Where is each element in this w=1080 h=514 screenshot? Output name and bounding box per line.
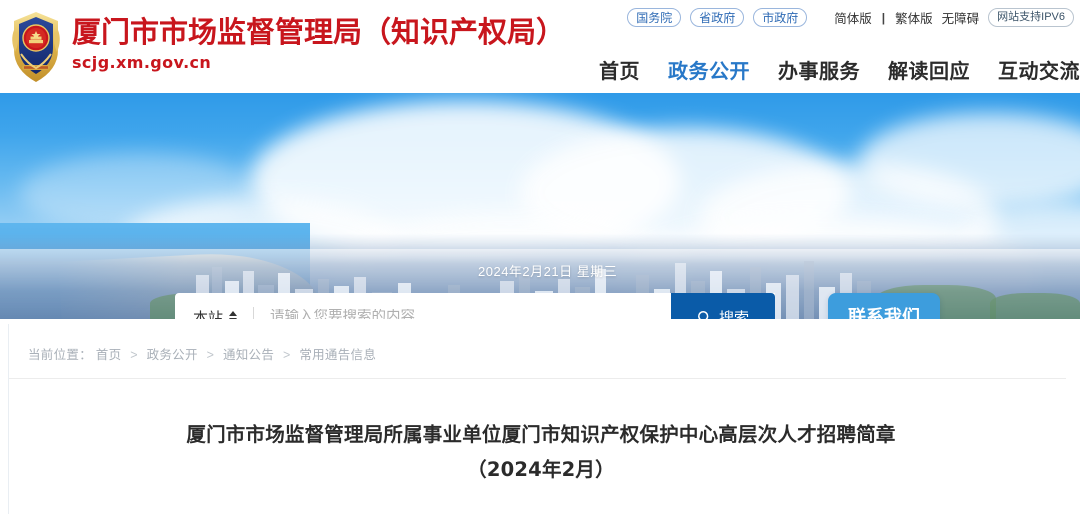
article-title-line2: （2024年2月） [467,458,615,481]
breadcrumb-divider [9,378,1066,379]
search-icon [698,310,709,319]
search-scope-select[interactable]: 本站 [175,307,247,320]
nav-item-home[interactable]: 首页 [599,55,640,84]
breadcrumb-prefix: 当前位置： [28,348,93,362]
page-root: 厦门市市场监督管理局（知识产权局） scjg.xm.gov.cn 国务院 省政府… [0,0,1080,514]
main-navigation: 首页 政务公开 办事服务 解读回应 互动交流 [599,55,1080,84]
breadcrumb-item-government-affairs[interactable]: 政务公开 [147,348,198,362]
cloud-shape [20,153,260,233]
breadcrumb: 当前位置： 首页 > 政务公开 > 通知公告 > 常用通告信息 [9,324,1073,363]
article-title: 厦门市市场监督管理局所属事业单位厦门市知识产权保护中心高层次人才招聘简章 （20… [9,417,1073,487]
toplink-traditional[interactable]: 繁体版 [895,8,933,27]
article-title-line1: 厦门市市场监督管理局所属事业单位厦门市知识产权保护中心高层次人才招聘简章 [186,423,896,446]
search-input[interactable] [258,309,671,319]
national-emblem-badge-icon [8,10,64,86]
toplink-provincial-gov[interactable]: 省政府 [690,8,745,27]
updown-stepper-icon [229,311,238,319]
search-button[interactable]: 搜索 [671,293,775,319]
nav-item-services[interactable]: 办事服务 [778,55,860,84]
toplink-divider: | [881,10,886,25]
breadcrumb-item-notices[interactable]: 通知公告 [223,348,274,362]
breadcrumb-separator: > [282,348,291,362]
hero-banner: 2024年2月21日 星期三 本站 搜索 [0,93,1080,319]
breadcrumb-separator: > [206,348,215,362]
toplink-accessibility[interactable]: 无障碍 [942,8,980,27]
banner-search-row: 本站 搜索 联系我们 [175,293,940,319]
contact-us-button[interactable]: 联系我们 [828,293,940,319]
site-title: 厦门市市场监督管理局（知识产权局） [72,15,566,49]
nav-item-interaction[interactable]: 互动交流 [998,55,1080,84]
search-divider [253,307,255,319]
site-header: 厦门市市场监督管理局（知识产权局） scjg.xm.gov.cn 国务院 省政府… [0,0,1080,98]
toplink-municipal-gov[interactable]: 市政府 [753,8,808,27]
ipv6-badge: 网站支持IPV6 [988,8,1074,27]
search-button-label: 搜索 [718,309,749,320]
breadcrumb-separator: > [130,348,138,362]
site-logo-block[interactable]: 厦门市市场监督管理局（知识产权局） scjg.xm.gov.cn [8,8,565,86]
search-box: 本站 搜索 [175,293,775,319]
banner-date: 2024年2月21日 星期三 [478,264,618,279]
toplink-state-council[interactable]: 国务院 [627,8,682,27]
nav-item-interpretation[interactable]: 解读回应 [888,55,970,84]
breadcrumb-item-common-announcements[interactable]: 常用通告信息 [299,348,376,362]
nav-item-government-affairs[interactable]: 政务公开 [668,55,750,84]
city-greenery [990,293,1080,319]
site-domain: scjg.xm.gov.cn [72,53,212,72]
content-container: 当前位置： 首页 > 政务公开 > 通知公告 > 常用通告信息 厦门市市场监督管… [8,324,1073,514]
top-utility-links: 国务院 省政府 市政府 简体版 | 繁体版 无障碍 网站支持IPV6 [627,8,1074,27]
search-scope-label: 本站 [193,309,224,320]
breadcrumb-item-home[interactable]: 首页 [96,348,122,362]
toplink-simplified[interactable]: 简体版 [834,8,872,27]
site-logo-text: 厦门市市场监督管理局（知识产权局） scjg.xm.gov.cn [72,8,565,72]
